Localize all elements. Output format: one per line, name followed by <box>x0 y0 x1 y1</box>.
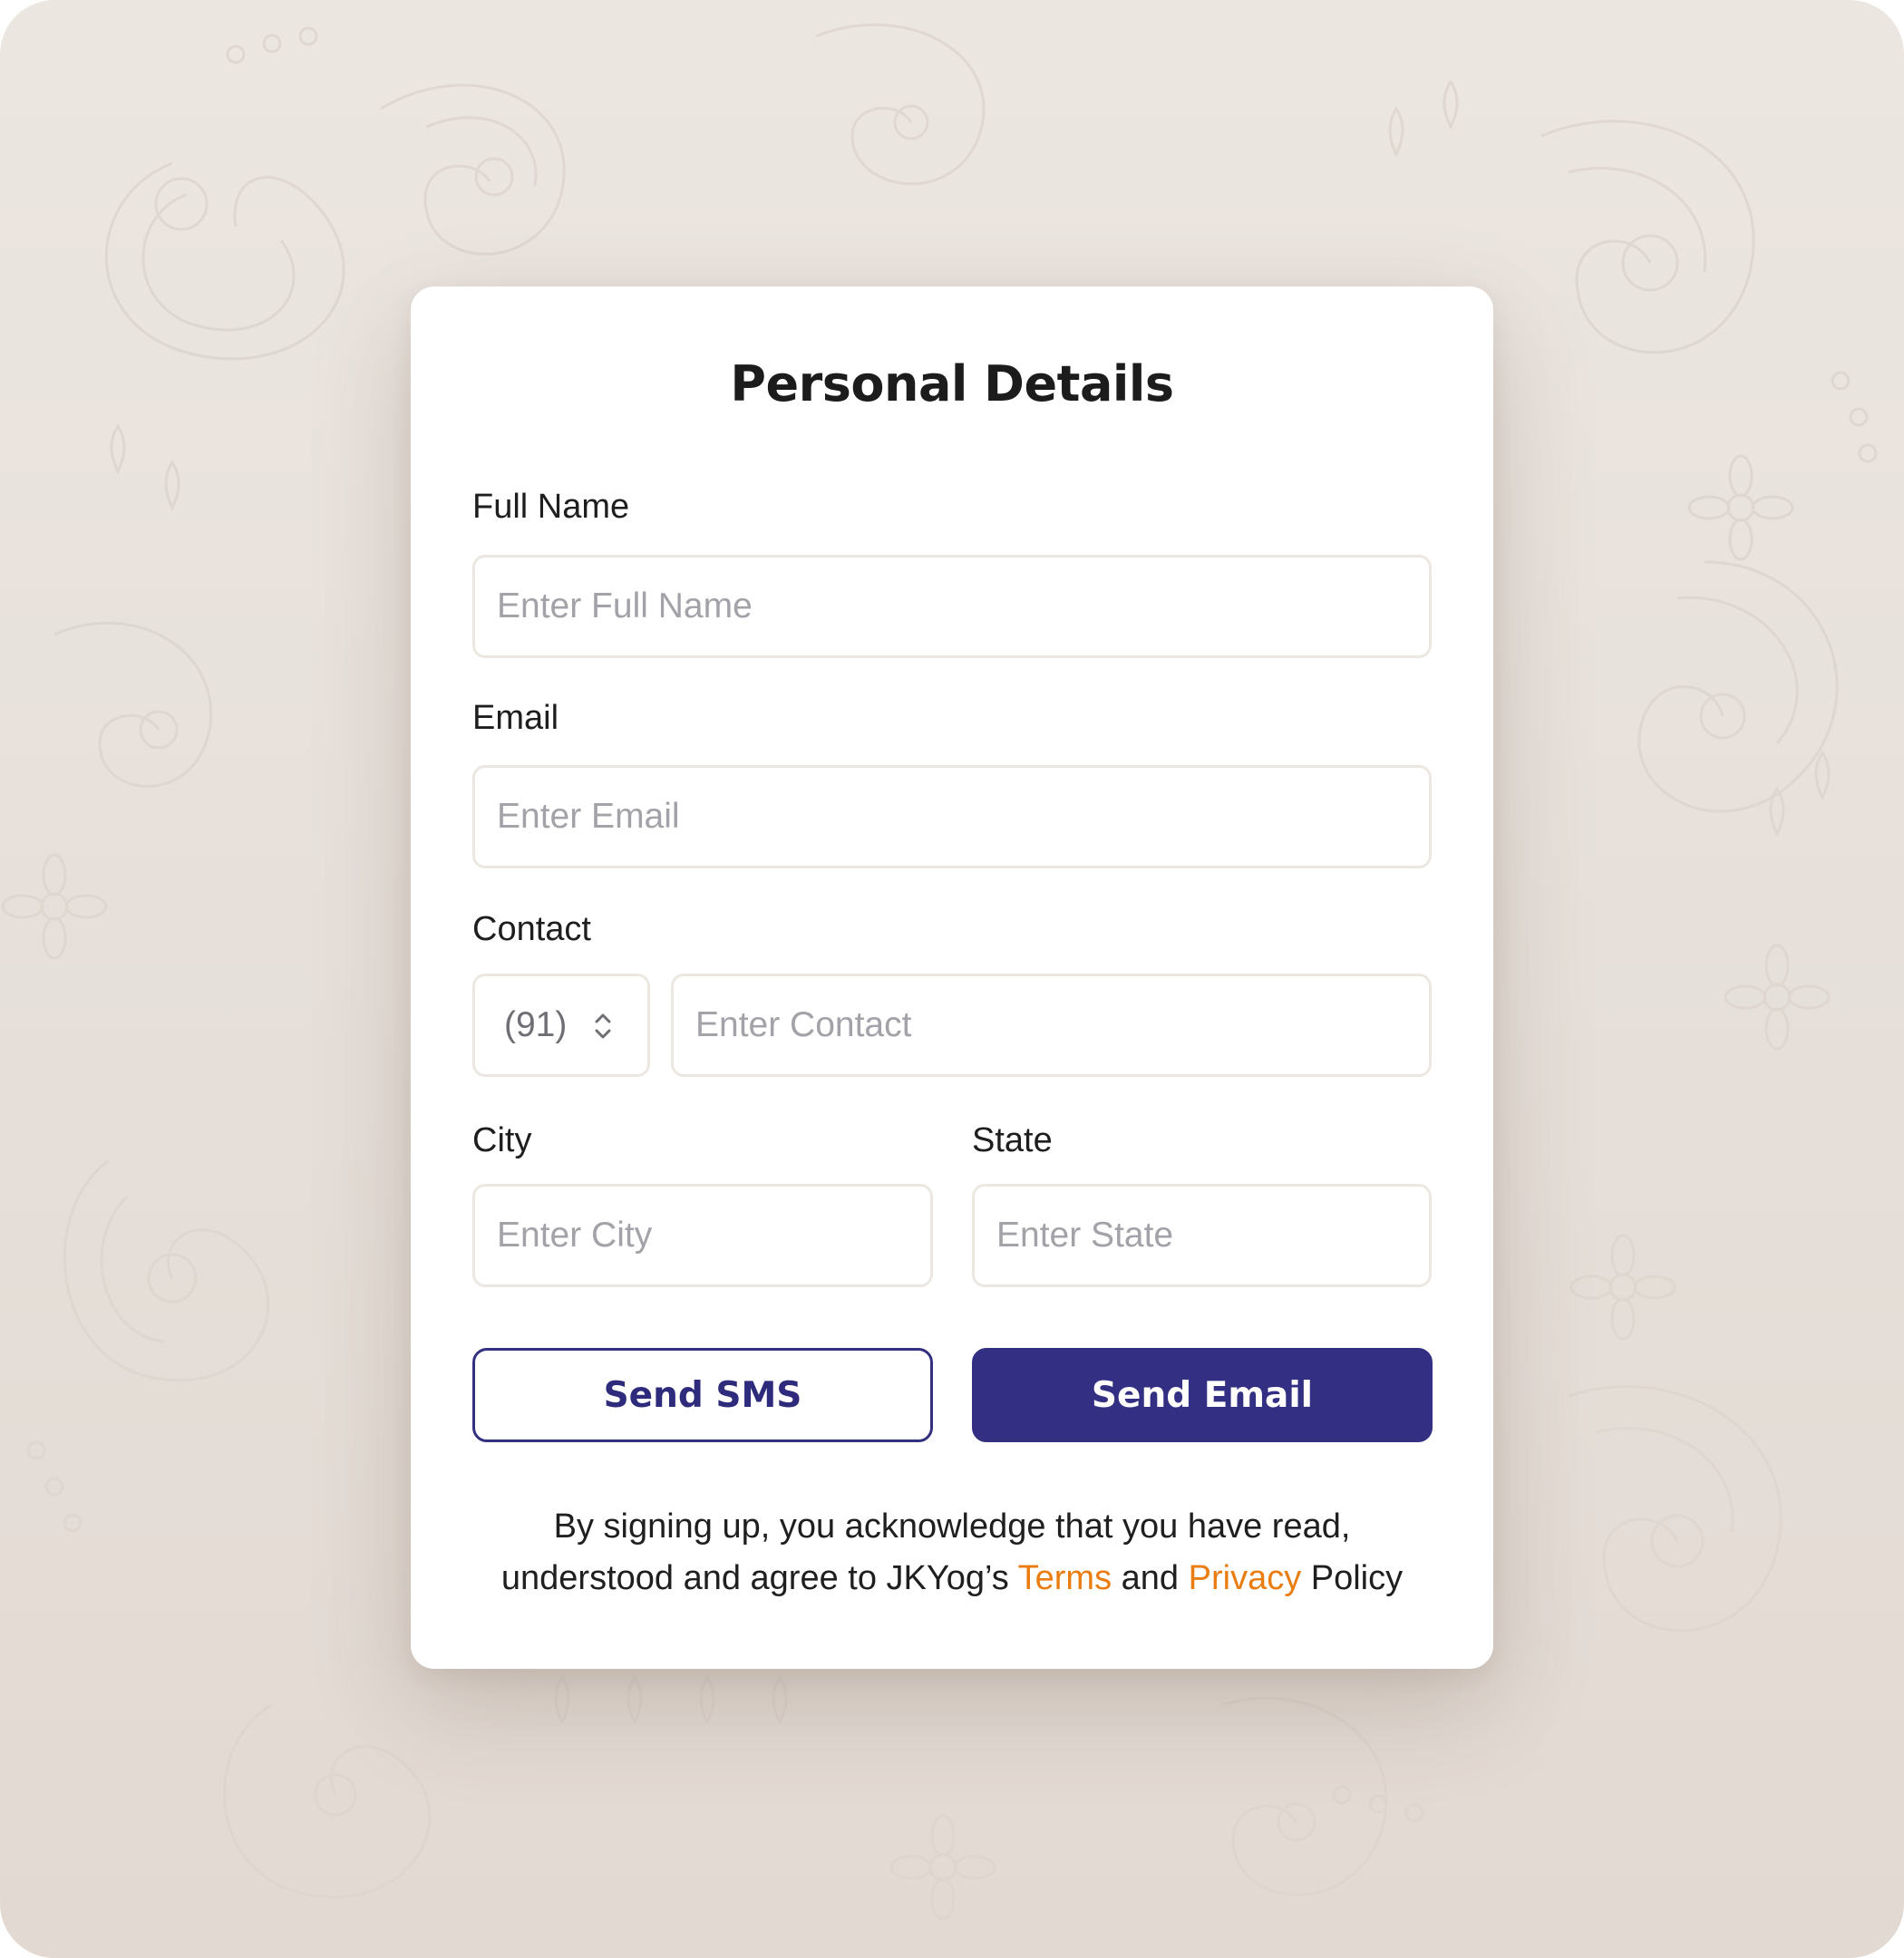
chevron-up-down-icon <box>595 1013 611 1039</box>
contact-placeholder: Enter Contact <box>695 1005 912 1044</box>
disclaimer-policy: Policy <box>1301 1559 1404 1597</box>
contact-input[interactable]: Enter Contact <box>671 974 1432 1077</box>
city-label: City <box>472 1121 532 1159</box>
state-label: State <box>972 1121 1053 1159</box>
terms-link[interactable]: Terms <box>1018 1559 1112 1597</box>
state-placeholder: Enter State <box>996 1216 1174 1255</box>
full-name-label: Full Name <box>472 488 630 526</box>
disclaimer-line-2-prefix: understood and agree to JKYog’s <box>500 1559 1018 1597</box>
full-name-placeholder: Enter Full Name <box>497 586 753 625</box>
state-input[interactable]: Enter State <box>972 1184 1432 1287</box>
disclaimer-line-2: understood and agree to JKYog’s Terms an… <box>447 1553 1457 1604</box>
country-code-value: (91) <box>504 1005 568 1044</box>
privacy-link[interactable]: Privacy <box>1189 1559 1302 1597</box>
country-code-select[interactable]: (91) <box>472 974 650 1077</box>
personal-details-card: Personal Details Full Name Enter Full Na… <box>411 286 1493 1669</box>
full-name-input[interactable]: Enter Full Name <box>472 555 1432 658</box>
send-email-button[interactable]: Send Email <box>972 1348 1433 1442</box>
city-input[interactable]: Enter City <box>472 1184 933 1287</box>
disclaimer-and: and <box>1112 1559 1189 1597</box>
terms-disclaimer: By signing up, you acknowledge that you … <box>447 1501 1457 1604</box>
send-sms-button[interactable]: Send SMS <box>472 1348 933 1442</box>
city-placeholder: Enter City <box>497 1216 653 1255</box>
email-input[interactable]: Enter Email <box>472 765 1432 868</box>
disclaimer-line-1: By signing up, you acknowledge that you … <box>553 1507 1351 1546</box>
form-title: Personal Details <box>730 355 1174 412</box>
contact-label: Contact <box>472 910 591 948</box>
email-label: Email <box>472 699 559 737</box>
email-placeholder: Enter Email <box>497 797 680 836</box>
app-frame: Personal Details Full Name Enter Full Na… <box>0 0 1904 1958</box>
